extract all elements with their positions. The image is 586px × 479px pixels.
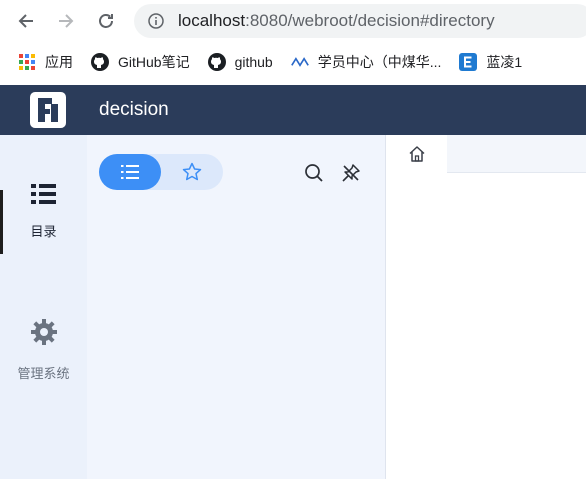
nav-label-directory: 目录	[30, 224, 57, 239]
url-path: :8080/webroot/decision#directory	[245, 11, 495, 30]
search-icon	[305, 164, 323, 182]
e-logo-icon	[459, 53, 478, 71]
bookmark-student-center[interactable]: 学员中心（中煤华...	[290, 52, 442, 72]
back-button[interactable]	[14, 9, 38, 33]
unpin-icon	[342, 164, 360, 182]
nav-item-directory[interactable]: 目录	[0, 183, 87, 240]
bookmark-github-notes[interactable]: GitHub笔记	[91, 52, 190, 72]
directory-view-button[interactable]	[99, 154, 161, 190]
content-area	[387, 135, 586, 479]
reload-button[interactable]	[94, 9, 118, 33]
list-icon	[121, 165, 139, 179]
info-icon[interactable]	[148, 13, 164, 29]
bookmark-lanling[interactable]: 蓝凌1	[459, 52, 522, 72]
address-bar[interactable]: localhost:8080/webroot/decision#director…	[134, 4, 586, 38]
list-icon	[30, 184, 56, 204]
home-icon	[409, 146, 425, 162]
search-button[interactable]	[303, 162, 325, 184]
gear-icon	[30, 319, 57, 345]
bookmark-label: 应用	[45, 54, 73, 70]
forward-button[interactable]	[54, 9, 78, 33]
reload-icon	[99, 14, 113, 28]
bookmarks-bar: 应用 GitHub笔记 github 学员中心（中煤华... 蓝凌1	[0, 46, 586, 78]
github-icon	[91, 53, 109, 71]
arrow-left-icon	[18, 14, 33, 28]
bookmark-label: github	[234, 54, 273, 70]
tab-strip	[387, 135, 586, 173]
nav-label-admin: 管理系统	[17, 366, 70, 381]
bookmark-label: GitHub笔记	[118, 54, 190, 70]
app-logo-icon[interactable]	[30, 92, 66, 128]
unpin-button[interactable]	[340, 162, 362, 184]
github-icon	[207, 53, 226, 71]
bookmark-label: 学员中心（中煤华...	[317, 54, 442, 70]
browser-chrome: localhost:8080/webroot/decision#director…	[0, 0, 586, 85]
left-nav: 目录 管理系统	[0, 135, 87, 479]
app-title: decision	[99, 99, 169, 120]
nav-item-admin[interactable]: 管理系统	[0, 319, 87, 382]
star-icon	[182, 162, 202, 181]
ekp-logo-icon	[290, 53, 309, 71]
bookmark-apps[interactable]: 应用	[18, 52, 73, 72]
arrow-right-icon	[59, 14, 74, 28]
favorites-view-button[interactable]	[161, 154, 223, 190]
app-header: decision	[0, 85, 586, 135]
tab-home[interactable]	[387, 135, 447, 173]
apps-grid-icon	[18, 53, 36, 71]
url-host: localhost	[178, 11, 246, 30]
bookmark-label: 蓝凌1	[486, 54, 523, 70]
bookmark-github[interactable]: github	[207, 53, 273, 71]
view-toggle	[99, 154, 223, 190]
url-text[interactable]: localhost:8080/webroot/decision#director…	[178, 11, 495, 31]
directory-panel	[87, 135, 386, 479]
